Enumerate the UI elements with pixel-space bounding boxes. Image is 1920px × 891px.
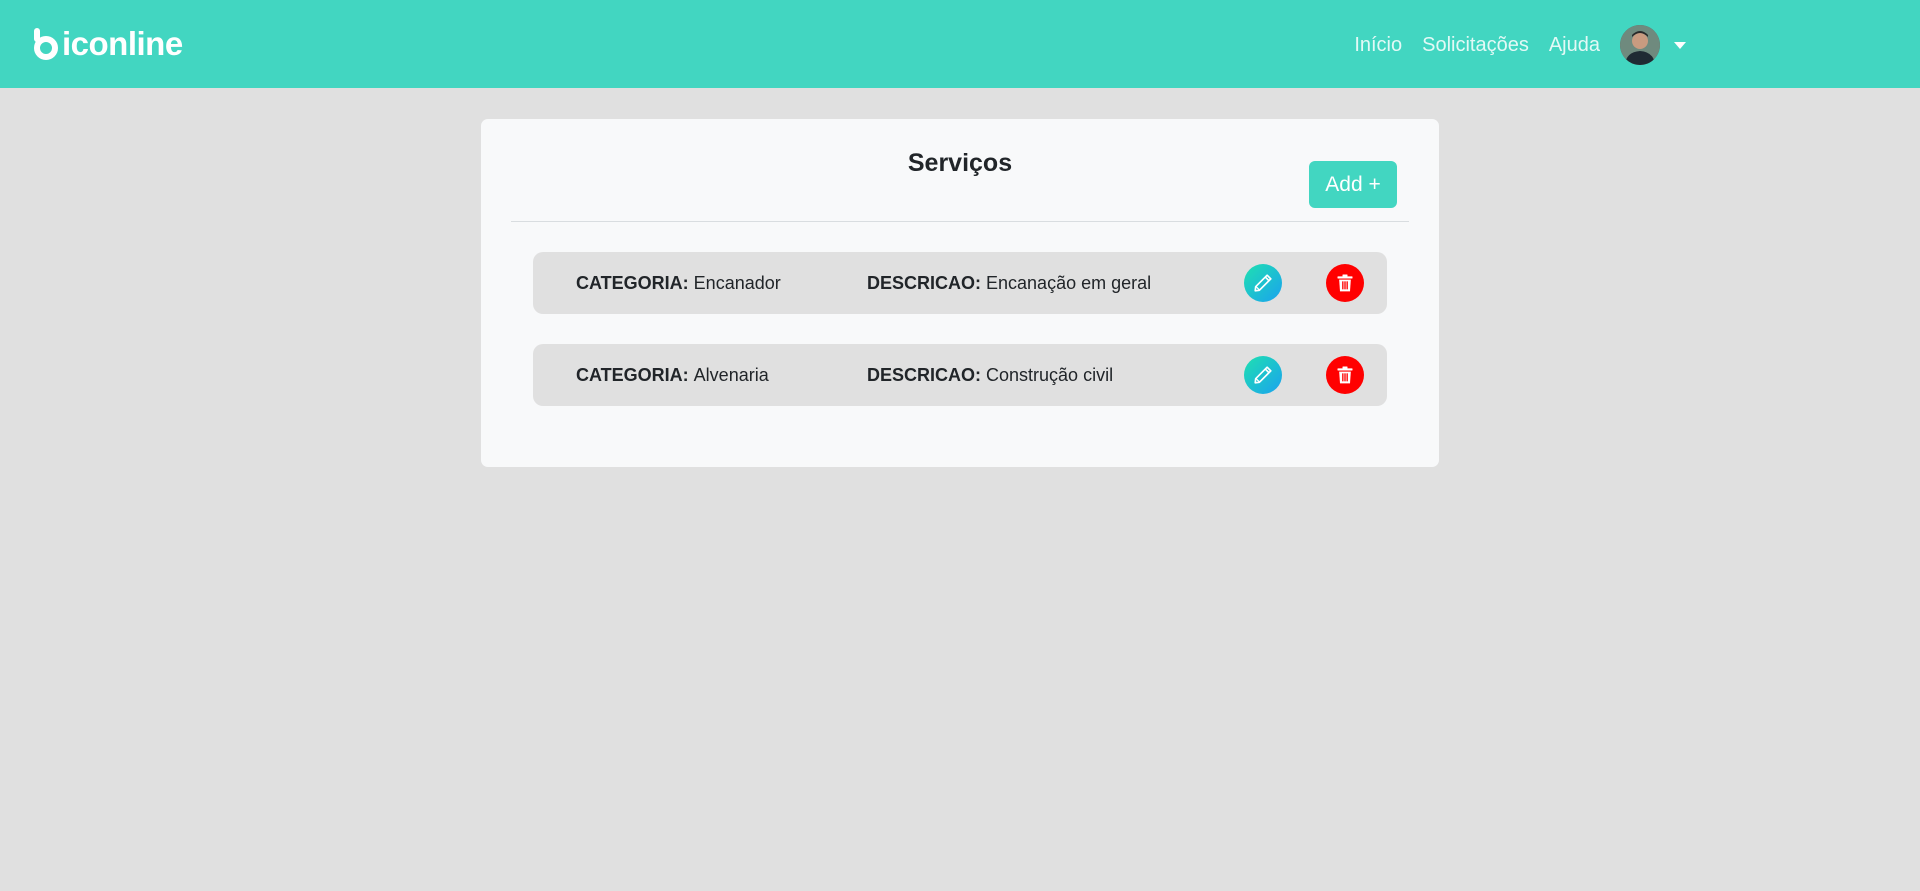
caret-down-icon[interactable] xyxy=(1674,41,1686,49)
services-card: Serviços Add + CATEGORIA: Encanador DESC… xyxy=(481,119,1439,467)
brand-logo[interactable]: iconline xyxy=(33,24,183,64)
category-value: Alvenaria xyxy=(693,364,769,385)
page-title: Serviços xyxy=(907,149,1013,177)
category-value: Encanador xyxy=(693,272,781,293)
pencil-icon xyxy=(1254,366,1272,384)
divider xyxy=(511,221,1409,222)
trash-icon xyxy=(1337,366,1353,384)
service-category: CATEGORIA: Alvenaria xyxy=(576,344,769,406)
delete-button[interactable] xyxy=(1326,356,1364,394)
service-category: CATEGORIA: Encanador xyxy=(576,252,781,314)
service-row: CATEGORIA: Encanador DESCRICAO: Encanaçã… xyxy=(533,252,1387,314)
edit-button[interactable] xyxy=(1244,264,1282,302)
edit-button[interactable] xyxy=(1244,356,1282,394)
pencil-icon xyxy=(1254,274,1272,292)
delete-button[interactable] xyxy=(1326,264,1364,302)
category-label: CATEGORIA: xyxy=(576,272,689,293)
description-label: DESCRICAO: xyxy=(867,364,982,385)
nav-link-solicitacoes[interactable]: Solicitações xyxy=(1422,34,1529,57)
brand-name: iconline xyxy=(62,25,183,62)
nav-link-ajuda[interactable]: Ajuda xyxy=(1549,34,1600,57)
nav-links: Início Solicitações Ajuda xyxy=(1334,24,1686,66)
service-row: CATEGORIA: Alvenaria DESCRICAO: Construç… xyxy=(533,344,1387,406)
logo-mark-icon xyxy=(34,28,58,60)
description-label: DESCRICAO: xyxy=(867,272,982,293)
add-service-button[interactable]: Add + xyxy=(1309,161,1397,208)
service-description: DESCRICAO: Construção civil xyxy=(867,344,1113,406)
category-label: CATEGORIA: xyxy=(576,364,689,385)
navbar: iconline Início Solicitações Ajuda xyxy=(0,0,1920,88)
service-description: DESCRICAO: Encanação em geral xyxy=(867,252,1151,314)
description-value: Encanação em geral xyxy=(986,272,1152,293)
nav-link-inicio[interactable]: Início xyxy=(1354,34,1402,57)
user-avatar[interactable] xyxy=(1620,25,1660,65)
trash-icon xyxy=(1337,274,1353,292)
description-value: Construção civil xyxy=(986,364,1114,385)
avatar-icon xyxy=(1620,25,1660,65)
